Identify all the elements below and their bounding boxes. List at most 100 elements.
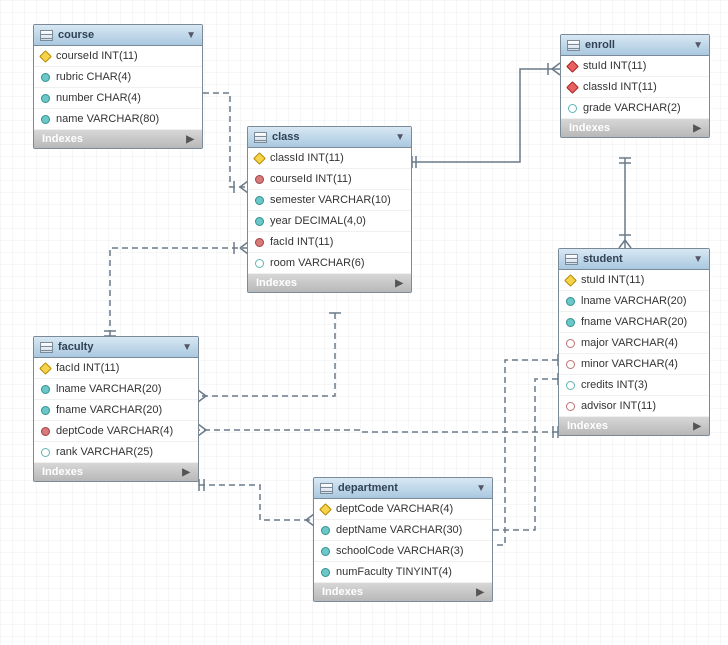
- column-row: deptCode VARCHAR(4): [34, 421, 198, 442]
- table-title: student: [583, 253, 689, 265]
- table-title: department: [338, 482, 472, 494]
- primary-key-icon: [253, 152, 266, 165]
- table-faculty[interactable]: faculty ▼ facId INT(11) lname VARCHAR(20…: [33, 336, 199, 482]
- column-notnull-icon: [255, 217, 264, 226]
- column-row: number CHAR(4): [34, 88, 202, 109]
- column-label: major VARCHAR(4): [581, 337, 678, 349]
- expand-arrow-icon: ▶: [476, 587, 484, 598]
- expand-arrow-icon: ▶: [186, 134, 194, 145]
- column-row: facId INT(11): [248, 232, 411, 253]
- table-title: enroll: [585, 39, 689, 51]
- collapse-arrow-icon[interactable]: ▼: [693, 254, 703, 265]
- table-icon: [567, 40, 580, 51]
- collapse-arrow-icon[interactable]: ▼: [693, 40, 703, 51]
- indexes-section[interactable]: Indexes ▶: [34, 130, 202, 148]
- column-label: courseId INT(11): [270, 173, 352, 185]
- primary-foreign-key-icon: [566, 81, 579, 94]
- column-row: lname VARCHAR(20): [34, 379, 198, 400]
- indexes-label: Indexes: [322, 586, 363, 598]
- column-label: fname VARCHAR(20): [56, 404, 162, 416]
- primary-foreign-key-icon: [566, 60, 579, 73]
- column-label: deptCode VARCHAR(4): [336, 503, 453, 515]
- indexes-label: Indexes: [567, 420, 608, 432]
- indexes-label: Indexes: [42, 133, 83, 145]
- primary-key-icon: [39, 50, 52, 63]
- indexes-section[interactable]: Indexes▶: [34, 463, 198, 481]
- column-notnull-icon: [566, 318, 575, 327]
- primary-key-icon: [319, 503, 332, 516]
- column-nullable-icon: [41, 448, 50, 457]
- column-label: rubric CHAR(4): [56, 71, 131, 83]
- table-header[interactable]: faculty ▼: [34, 337, 198, 358]
- table-course[interactable]: course ▼ courseId INT(11) rubric CHAR(4)…: [33, 24, 203, 149]
- column-row: year DECIMAL(4,0): [248, 211, 411, 232]
- table-icon: [320, 483, 333, 494]
- column-label: schoolCode VARCHAR(3): [336, 545, 464, 557]
- table-department[interactable]: department ▼ deptCode VARCHAR(4) deptNam…: [313, 477, 493, 602]
- column-label: numFaculty TINYINT(4): [336, 566, 452, 578]
- column-notnull-icon: [41, 94, 50, 103]
- column-notnull-icon: [321, 547, 330, 556]
- expand-arrow-icon: ▶: [693, 421, 701, 432]
- table-icon: [254, 132, 267, 143]
- column-notnull-icon: [41, 115, 50, 124]
- column-nullable-icon: [255, 259, 264, 268]
- collapse-arrow-icon[interactable]: ▼: [395, 132, 405, 143]
- indexes-section[interactable]: Indexes ▶: [559, 417, 709, 435]
- expand-arrow-icon: ▶: [693, 123, 701, 134]
- column-nullable-icon: [566, 381, 575, 390]
- column-row: room VARCHAR(6): [248, 253, 411, 274]
- indexes-label: Indexes: [42, 466, 83, 478]
- column-notnull-icon: [41, 385, 50, 394]
- collapse-arrow-icon[interactable]: ▼: [476, 483, 486, 494]
- indexes-section[interactable]: Indexes ▶: [314, 583, 492, 601]
- column-row: stuId INT(11): [561, 56, 709, 77]
- table-header[interactable]: department ▼: [314, 478, 492, 499]
- table-student[interactable]: student ▼ stuId INT(11) lname VARCHAR(20…: [558, 248, 710, 436]
- indexes-section[interactable]: Indexes▶: [248, 274, 411, 292]
- foreign-key-nullable-icon: [566, 339, 575, 348]
- column-row: rubric CHAR(4): [34, 67, 202, 88]
- collapse-arrow-icon[interactable]: ▼: [182, 342, 192, 353]
- column-row: major VARCHAR(4): [559, 333, 709, 354]
- column-row: deptCode VARCHAR(4): [314, 499, 492, 520]
- column-label: deptName VARCHAR(30): [336, 524, 462, 536]
- column-notnull-icon: [321, 568, 330, 577]
- column-row: numFaculty TINYINT(4): [314, 562, 492, 583]
- column-notnull-icon: [566, 297, 575, 306]
- collapse-arrow-icon[interactable]: ▼: [186, 30, 196, 41]
- column-label: classId INT(11): [270, 152, 344, 164]
- column-label: courseId INT(11): [56, 50, 138, 62]
- column-row: rank VARCHAR(25): [34, 442, 198, 463]
- column-row: classId INT(11): [561, 77, 709, 98]
- column-row: fname VARCHAR(20): [559, 312, 709, 333]
- column-row: minor VARCHAR(4): [559, 354, 709, 375]
- foreign-key-nullable-icon: [566, 402, 575, 411]
- foreign-key-icon: [255, 175, 264, 184]
- indexes-section[interactable]: Indexes▶: [561, 119, 709, 137]
- column-label: credits INT(3): [581, 379, 648, 391]
- foreign-key-icon: [255, 238, 264, 247]
- table-enroll[interactable]: enroll ▼ stuId INT(11) classId INT(11) g…: [560, 34, 710, 138]
- expand-arrow-icon: ▶: [395, 278, 403, 289]
- column-notnull-icon: [255, 196, 264, 205]
- table-header[interactable]: enroll ▼: [561, 35, 709, 56]
- column-label: facId INT(11): [270, 236, 333, 248]
- column-row: advisor INT(11): [559, 396, 709, 417]
- table-icon: [565, 254, 578, 265]
- column-row: schoolCode VARCHAR(3): [314, 541, 492, 562]
- table-icon: [40, 30, 53, 41]
- table-header[interactable]: course ▼: [34, 25, 202, 46]
- column-label: minor VARCHAR(4): [581, 358, 678, 370]
- table-class[interactable]: class ▼ classId INT(11) courseId INT(11)…: [247, 126, 412, 293]
- column-notnull-icon: [41, 406, 50, 415]
- column-row: courseId INT(11): [34, 46, 202, 67]
- column-row: fname VARCHAR(20): [34, 400, 198, 421]
- column-label: classId INT(11): [583, 81, 657, 93]
- column-label: number CHAR(4): [56, 92, 141, 104]
- table-header[interactable]: student ▼: [559, 249, 709, 270]
- table-header[interactable]: class ▼: [248, 127, 411, 148]
- column-label: lname VARCHAR(20): [581, 295, 687, 307]
- column-nullable-icon: [568, 104, 577, 113]
- column-label: facId INT(11): [56, 362, 119, 374]
